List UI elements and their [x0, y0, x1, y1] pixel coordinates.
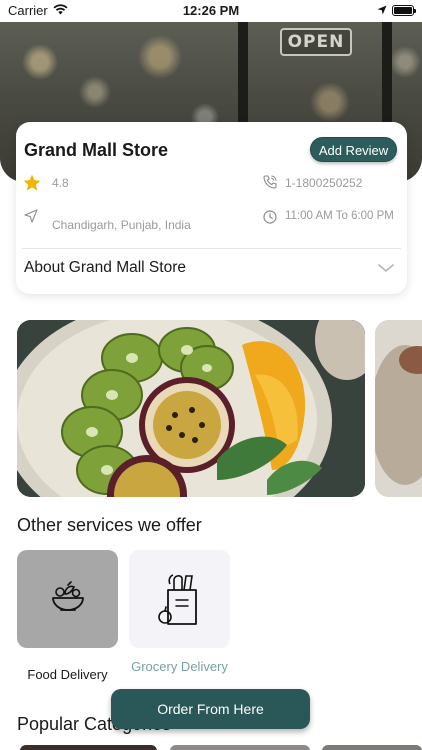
- service-label-food-delivery: Food Delivery: [27, 667, 108, 682]
- store-photo[interactable]: [375, 320, 422, 497]
- services-section-title: Other services we offer: [17, 515, 202, 535]
- star-icon: [23, 174, 41, 191]
- category-card[interactable]: [170, 745, 310, 750]
- store-info-card: Grand Mall Store Add Review 4.8 1-180025…: [16, 122, 407, 294]
- grocery-bag-icon: [158, 574, 197, 625]
- store-hours: 11:00 AM To 6:00 PM: [285, 210, 394, 222]
- store-address: Chandigarh, Punjab, India: [52, 218, 191, 232]
- food-bowl-icon: [52, 581, 84, 611]
- chevron-down-icon[interactable]: [377, 262, 395, 274]
- store-phone[interactable]: 1-1800250252: [285, 176, 362, 190]
- service-label-grocery-delivery: Grocery Delivery: [131, 659, 228, 674]
- clock-icon: [263, 210, 277, 224]
- add-review-button[interactable]: Add Review: [310, 137, 397, 162]
- category-card[interactable]: [20, 745, 157, 750]
- store-photo[interactable]: [17, 320, 365, 497]
- category-card[interactable]: [322, 745, 422, 750]
- about-store-toggle[interactable]: About Grand Mall Store: [24, 259, 186, 277]
- service-tile-food-delivery[interactable]: [17, 550, 118, 648]
- navigation-icon: [24, 209, 38, 223]
- battery-icon: [392, 5, 416, 16]
- next-photo-preview: [375, 320, 422, 497]
- store-name: Grand Mall Store: [24, 140, 169, 160]
- phone-icon: [263, 175, 277, 189]
- location-arrow-icon: [377, 5, 387, 15]
- status-bar: Carrier 12:26 PM: [0, 0, 422, 22]
- fruit-bowl-photo: [17, 320, 365, 497]
- order-from-here-button[interactable]: Order From Here: [111, 689, 310, 729]
- open-sign: OPEN: [280, 28, 352, 56]
- divider: [22, 248, 401, 249]
- store-rating: 4.8: [52, 176, 69, 190]
- service-tile-grocery-delivery[interactable]: [129, 550, 230, 648]
- status-time: 12:26 PM: [182, 3, 240, 18]
